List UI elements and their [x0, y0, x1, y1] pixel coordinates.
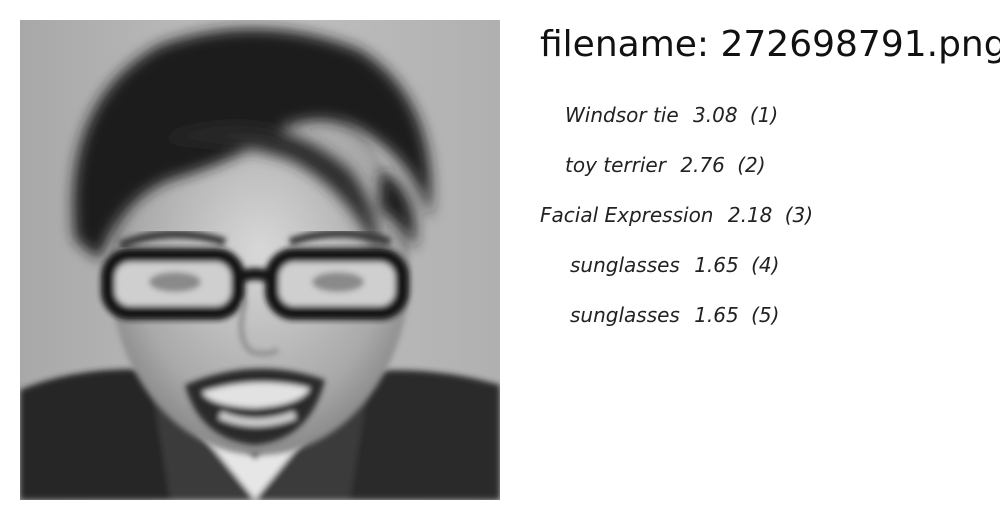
prediction-rank: (1): [749, 103, 779, 127]
prediction-score: 1.65: [694, 303, 739, 327]
prediction-score: 2.18: [727, 203, 773, 227]
prediction-item: Windsor tie 3.08 (1): [565, 102, 778, 128]
face-photo-illustration: [20, 20, 500, 500]
prediction-item: toy terrier 2.76 (2): [565, 152, 766, 178]
prediction-score: 2.76: [680, 153, 725, 177]
prediction-item: sunglasses 1.65 (5): [570, 302, 779, 328]
prediction-score: 3.08: [693, 103, 738, 127]
prediction-label: toy terrier: [565, 153, 666, 177]
prediction-rank: (5): [751, 303, 780, 327]
prediction-label: Windsor tie: [565, 103, 679, 127]
filename-title: filename: 272698791.png: [540, 24, 1000, 65]
prediction-item: sunglasses 1.65 (4): [570, 252, 779, 278]
prediction-label: sunglasses: [570, 303, 680, 327]
prediction-rank: (3): [784, 203, 814, 227]
prediction-label: sunglasses: [570, 253, 680, 277]
prediction-rank: (4): [751, 253, 780, 277]
prediction-score: 1.65: [694, 253, 739, 277]
prediction-rank: (2): [737, 153, 766, 177]
face-photo: [20, 20, 500, 500]
prediction-item: Facial Expression 2.18 (3): [540, 202, 813, 228]
prediction-label: Facial Expression: [540, 203, 714, 227]
